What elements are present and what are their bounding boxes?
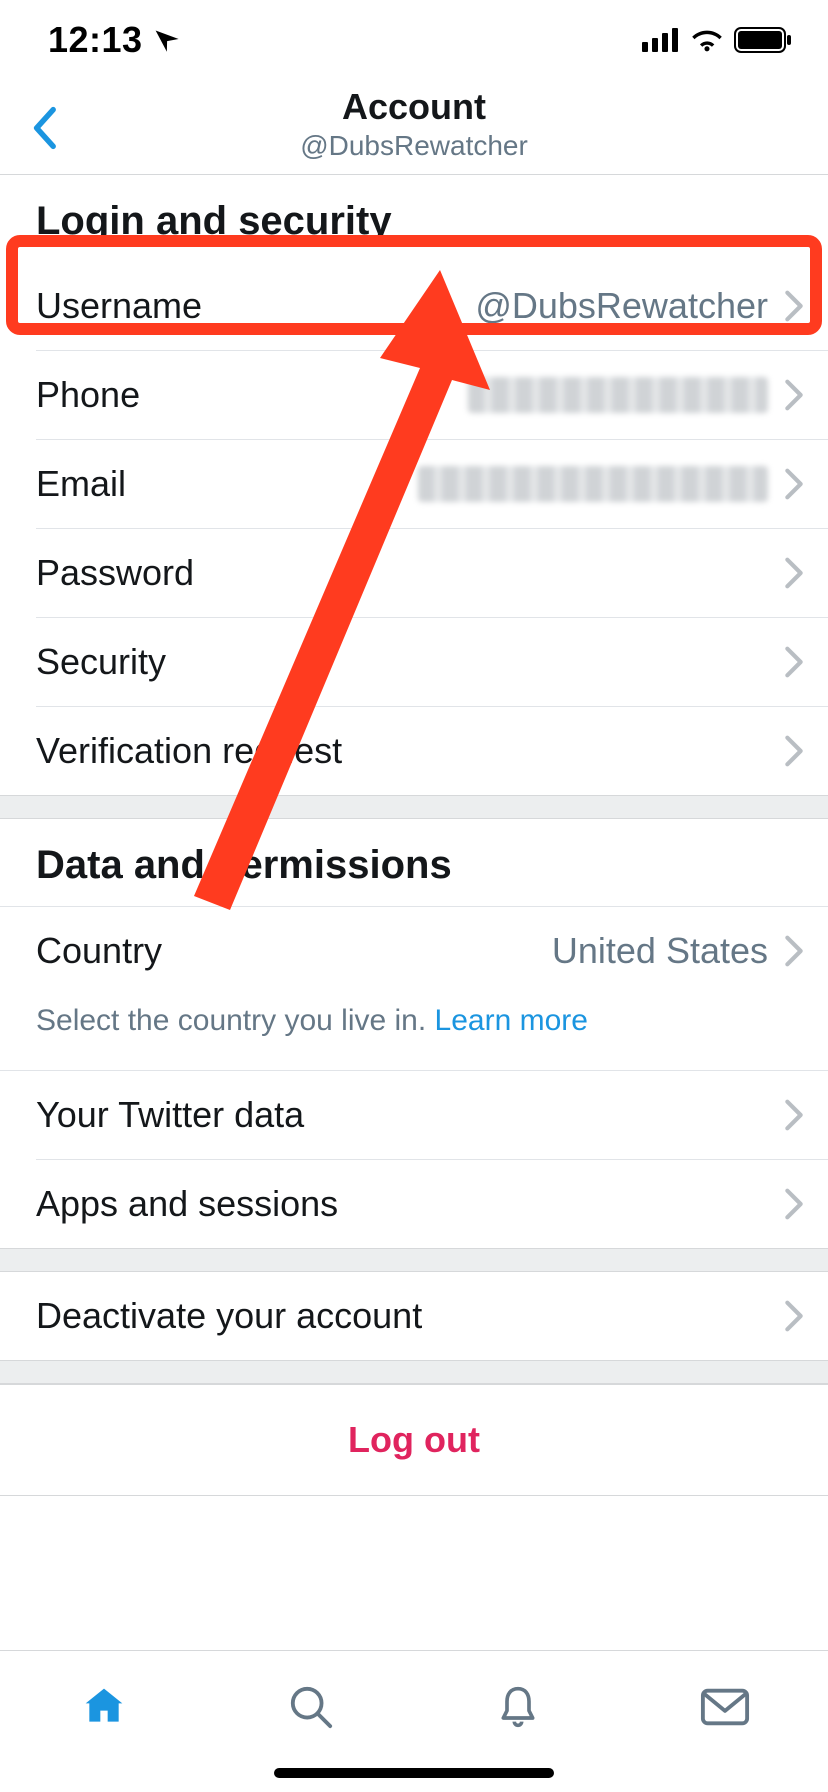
chevron-right-icon bbox=[784, 556, 804, 590]
nav-notifications[interactable] bbox=[490, 1679, 546, 1735]
page-title: Account bbox=[0, 86, 828, 128]
redacted-value bbox=[418, 466, 768, 502]
learn-more-link[interactable]: Learn more bbox=[435, 1004, 588, 1037]
battery-icon bbox=[734, 27, 792, 53]
section-title-login: Login and security bbox=[0, 175, 828, 262]
back-button[interactable] bbox=[20, 98, 68, 158]
row-verification[interactable]: Verification request bbox=[0, 707, 828, 795]
row-deactivate[interactable]: Deactivate your account bbox=[0, 1272, 828, 1360]
row-value: United States bbox=[552, 930, 768, 972]
redacted-value bbox=[468, 377, 768, 413]
row-label: Your Twitter data bbox=[36, 1094, 304, 1136]
chevron-right-icon bbox=[784, 1187, 804, 1221]
nav-search[interactable] bbox=[283, 1679, 339, 1735]
row-label: Email bbox=[36, 463, 126, 505]
row-country[interactable]: Country United States bbox=[0, 907, 828, 995]
wifi-icon bbox=[690, 28, 724, 52]
row-label: Security bbox=[36, 641, 166, 683]
chevron-right-icon bbox=[784, 1098, 804, 1132]
chevron-right-icon bbox=[784, 934, 804, 968]
row-security[interactable]: Security bbox=[0, 618, 828, 706]
section-gap bbox=[0, 795, 828, 819]
status-bar: 12:13 bbox=[0, 0, 828, 80]
helper-text: Select the country you live in. bbox=[36, 1004, 435, 1037]
bell-icon bbox=[496, 1683, 540, 1731]
search-icon bbox=[288, 1684, 334, 1730]
row-username[interactable]: Username @DubsRewatcher bbox=[0, 262, 828, 350]
row-label: Password bbox=[36, 552, 194, 594]
row-value: @DubsRewatcher bbox=[475, 285, 768, 327]
status-time: 12:13 bbox=[48, 19, 143, 61]
bottom-nav bbox=[0, 1650, 828, 1792]
row-twitter-data[interactable]: Your Twitter data bbox=[0, 1071, 828, 1159]
row-apps-sessions[interactable]: Apps and sessions bbox=[0, 1160, 828, 1248]
chevron-right-icon bbox=[784, 1299, 804, 1333]
row-label: Deactivate your account bbox=[36, 1295, 422, 1337]
chevron-right-icon bbox=[784, 378, 804, 412]
row-label: Phone bbox=[36, 374, 140, 416]
chevron-right-icon bbox=[784, 289, 804, 323]
home-icon bbox=[81, 1685, 127, 1729]
row-label: Verification request bbox=[36, 730, 342, 772]
row-label: Username bbox=[36, 285, 202, 327]
chevron-right-icon bbox=[784, 467, 804, 501]
header-titles: Account @DubsRewatcher bbox=[0, 80, 828, 162]
row-label: Country bbox=[36, 930, 162, 972]
row-phone[interactable]: Phone bbox=[0, 351, 828, 439]
row-label: Apps and sessions bbox=[36, 1183, 338, 1225]
chevron-right-icon bbox=[784, 645, 804, 679]
chevron-left-icon bbox=[31, 106, 57, 150]
nav-home[interactable] bbox=[76, 1679, 132, 1735]
page-subtitle: @DubsRewatcher bbox=[0, 130, 828, 162]
location-icon bbox=[153, 26, 181, 54]
home-indicator bbox=[274, 1768, 554, 1778]
row-password[interactable]: Password bbox=[0, 529, 828, 617]
logout-button[interactable]: Log out bbox=[0, 1384, 828, 1496]
screen: 12:13 Account @DubsRewatcher Login and s… bbox=[0, 0, 828, 1792]
status-left: 12:13 bbox=[48, 19, 181, 61]
nav-messages[interactable] bbox=[697, 1679, 753, 1735]
country-helper: Select the country you live in. Learn mo… bbox=[0, 995, 828, 1070]
mail-icon bbox=[700, 1687, 750, 1727]
cellular-icon bbox=[642, 28, 680, 52]
status-right bbox=[642, 27, 792, 53]
section-gap bbox=[0, 1248, 828, 1272]
section-gap bbox=[0, 1360, 828, 1384]
row-email[interactable]: Email bbox=[0, 440, 828, 528]
chevron-right-icon bbox=[784, 734, 804, 768]
page-header: Account @DubsRewatcher bbox=[0, 80, 828, 175]
section-title-data: Data and permissions bbox=[0, 819, 828, 906]
